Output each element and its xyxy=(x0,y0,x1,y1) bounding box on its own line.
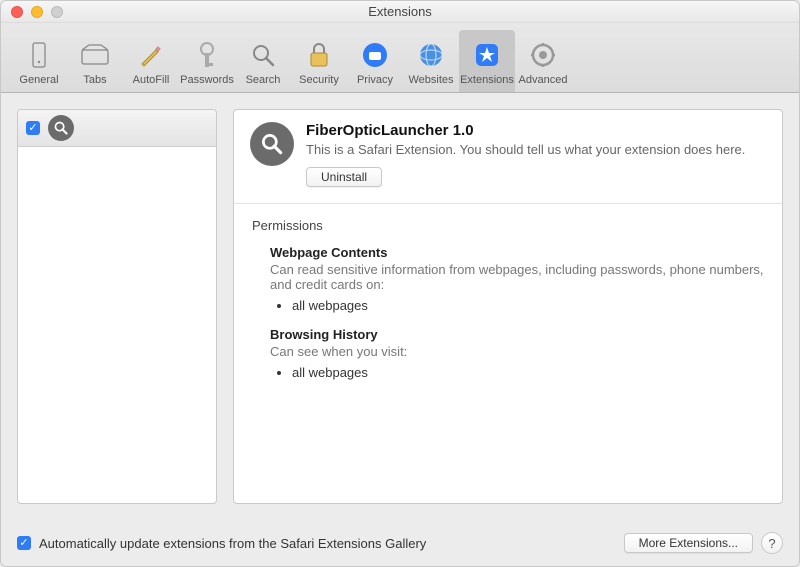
permission-list-item: all webpages xyxy=(292,365,764,380)
extension-header: FiberOpticLauncher 1.0 This is a Safari … xyxy=(234,110,782,199)
content-area: FiberOpticLauncher 1.0 This is a Safari … xyxy=(1,93,799,520)
permission-list: all webpages xyxy=(292,365,764,380)
permissions-heading: Permissions xyxy=(252,218,764,233)
permission-list: all webpages xyxy=(292,298,764,313)
titlebar: Extensions xyxy=(1,1,799,23)
permissions-section: Permissions Webpage Contents Can read se… xyxy=(234,204,782,404)
search-icon xyxy=(248,40,278,70)
footer: Automatically update extensions from the… xyxy=(1,520,799,566)
extension-enable-checkbox[interactable] xyxy=(26,121,40,135)
help-button[interactable]: ? xyxy=(761,532,783,554)
magnifier-icon xyxy=(48,115,74,141)
toolbar-tab-privacy[interactable]: Privacy xyxy=(347,30,403,92)
toolbar-label: Tabs xyxy=(83,74,106,86)
auto-update-checkbox[interactable] xyxy=(17,536,31,550)
autofill-icon xyxy=(136,40,166,70)
privacy-icon xyxy=(360,40,390,70)
permission-text: Can read sensitive information from webp… xyxy=(270,262,764,292)
preferences-window: Extensions General Tabs AutoFill Passwor… xyxy=(0,0,800,567)
extensions-icon xyxy=(472,40,502,70)
websites-icon xyxy=(416,40,446,70)
uninstall-button[interactable]: Uninstall xyxy=(306,167,382,187)
toolbar-tab-general[interactable]: General xyxy=(11,30,67,92)
more-extensions-button[interactable]: More Extensions... xyxy=(624,533,753,553)
toolbar-label: Passwords xyxy=(180,74,234,86)
extensions-sidebar xyxy=(17,109,217,504)
security-icon xyxy=(304,40,334,70)
toolbar-tab-extensions[interactable]: Extensions xyxy=(459,30,515,92)
toolbar-tab-search[interactable]: Search xyxy=(235,30,291,92)
preferences-toolbar: General Tabs AutoFill Passwords Search xyxy=(1,23,799,93)
permission-title: Webpage Contents xyxy=(270,245,764,260)
toolbar-label: General xyxy=(19,74,58,86)
permission-text: Can see when you visit: xyxy=(270,344,764,359)
toolbar-label: Extensions xyxy=(460,74,514,86)
toolbar-tab-websites[interactable]: Websites xyxy=(403,30,459,92)
general-icon xyxy=(24,40,54,70)
auto-update-label: Automatically update extensions from the… xyxy=(39,536,426,551)
permission-title: Browsing History xyxy=(270,327,764,342)
permission-browsing-history: Browsing History Can see when you visit:… xyxy=(270,327,764,380)
extension-title: FiberOpticLauncher 1.0 xyxy=(306,122,766,139)
permission-webpage-contents: Webpage Contents Can read sensitive info… xyxy=(270,245,764,313)
toolbar-label: Search xyxy=(246,74,281,86)
toolbar-tab-passwords[interactable]: Passwords xyxy=(179,30,235,92)
advanced-icon xyxy=(528,40,558,70)
toolbar-tab-advanced[interactable]: Advanced xyxy=(515,30,571,92)
extension-detail-panel: FiberOpticLauncher 1.0 This is a Safari … xyxy=(233,109,783,504)
magnifier-icon xyxy=(250,122,294,166)
passwords-icon xyxy=(192,40,222,70)
toolbar-label: Websites xyxy=(408,74,453,86)
toolbar-tab-security[interactable]: Security xyxy=(291,30,347,92)
extension-list-item[interactable] xyxy=(18,110,216,147)
toolbar-label: Privacy xyxy=(357,74,393,86)
toolbar-tab-tabs[interactable]: Tabs xyxy=(67,30,123,92)
extension-description: This is a Safari Extension. You should t… xyxy=(306,141,766,159)
toolbar-tab-autofill[interactable]: AutoFill xyxy=(123,30,179,92)
toolbar-label: AutoFill xyxy=(133,74,170,86)
window-title: Extensions xyxy=(1,4,799,19)
tabs-icon xyxy=(80,40,110,70)
toolbar-label: Security xyxy=(299,74,339,86)
permission-list-item: all webpages xyxy=(292,298,764,313)
toolbar-label: Advanced xyxy=(519,74,568,86)
